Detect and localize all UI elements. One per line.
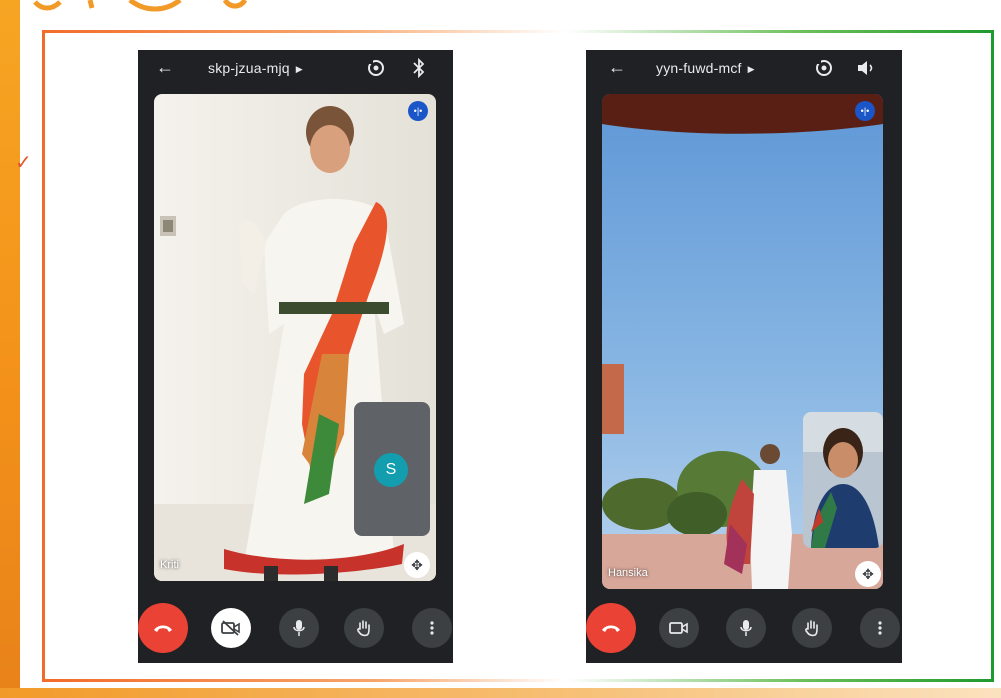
move-tile-icon[interactable]: ✥ <box>855 561 881 587</box>
tricolour-frame-bottom <box>42 679 994 682</box>
arrow-left-icon[interactable]: ← <box>608 57 626 78</box>
bottom-orange-border <box>0 688 1001 698</box>
call-top-bar: ← yyn-fuwd-mcf ▶ <box>586 50 902 88</box>
more-vertical-icon[interactable] <box>412 608 452 648</box>
more-vertical-icon[interactable] <box>860 608 900 648</box>
main-video-tile: •|• Hansika ✥ <box>602 94 883 589</box>
meeting-code-text: yyn-fuwd-mcf <box>656 60 742 76</box>
camera-icon[interactable] <box>659 608 699 648</box>
phone-hangup-icon[interactable] <box>586 603 636 653</box>
caret-right-icon: ▶ <box>747 64 755 74</box>
hand-icon[interactable] <box>792 608 832 648</box>
mic-icon[interactable] <box>726 608 766 648</box>
participant-name-label: Kriti <box>160 559 179 571</box>
self-view-tile[interactable] <box>803 412 883 548</box>
meeting-code[interactable]: yyn-fuwd-mcf ▶ <box>656 60 755 76</box>
caret-right-icon: ▶ <box>295 64 303 74</box>
switch-camera-icon[interactable] <box>814 58 834 83</box>
self-view-tile[interactable]: S <box>354 402 430 536</box>
call-top-bar: ← skp-jzua-mjq ▶ <box>138 50 453 88</box>
meeting-code-text: skp-jzua-mjq <box>208 60 290 76</box>
main-video-tile: •|• S Kriti ✥ <box>154 94 436 581</box>
left-orange-border <box>0 0 20 698</box>
tricolour-frame-top <box>42 30 994 33</box>
call-controls-bar <box>586 593 902 663</box>
speaker-icon[interactable] <box>856 58 876 83</box>
bluetooth-icon[interactable] <box>412 57 426 83</box>
cropped-heading-script <box>33 0 248 12</box>
participant-avatar: S <box>374 453 408 487</box>
layout-grid-icon[interactable]: •|• <box>855 101 875 121</box>
tricolour-frame-left <box>42 30 45 682</box>
move-tile-icon[interactable]: ✥ <box>404 552 430 578</box>
arrow-left-icon[interactable]: ← <box>156 57 174 78</box>
decorative-tick-mark: ✓ <box>15 152 32 174</box>
tricolour-frame-right <box>991 30 994 682</box>
switch-camera-icon[interactable] <box>366 58 386 83</box>
camera-off-icon[interactable] <box>211 608 251 648</box>
meet-call-screen-left: ← skp-jzua-mjq ▶ •|• S Kriti ✥ <box>138 50 453 663</box>
hand-icon[interactable] <box>344 608 384 648</box>
meeting-code[interactable]: skp-jzua-mjq ▶ <box>208 60 303 76</box>
self-view-video <box>803 412 883 548</box>
phone-hangup-icon[interactable] <box>138 603 188 653</box>
mic-icon[interactable] <box>279 608 319 648</box>
meet-call-screen-right: ← yyn-fuwd-mcf ▶ •|• Hansika ✥ <box>586 50 902 663</box>
participant-name-label: Hansika <box>608 567 648 579</box>
layout-grid-icon[interactable]: •|• <box>408 101 428 121</box>
call-controls-bar <box>138 593 453 663</box>
